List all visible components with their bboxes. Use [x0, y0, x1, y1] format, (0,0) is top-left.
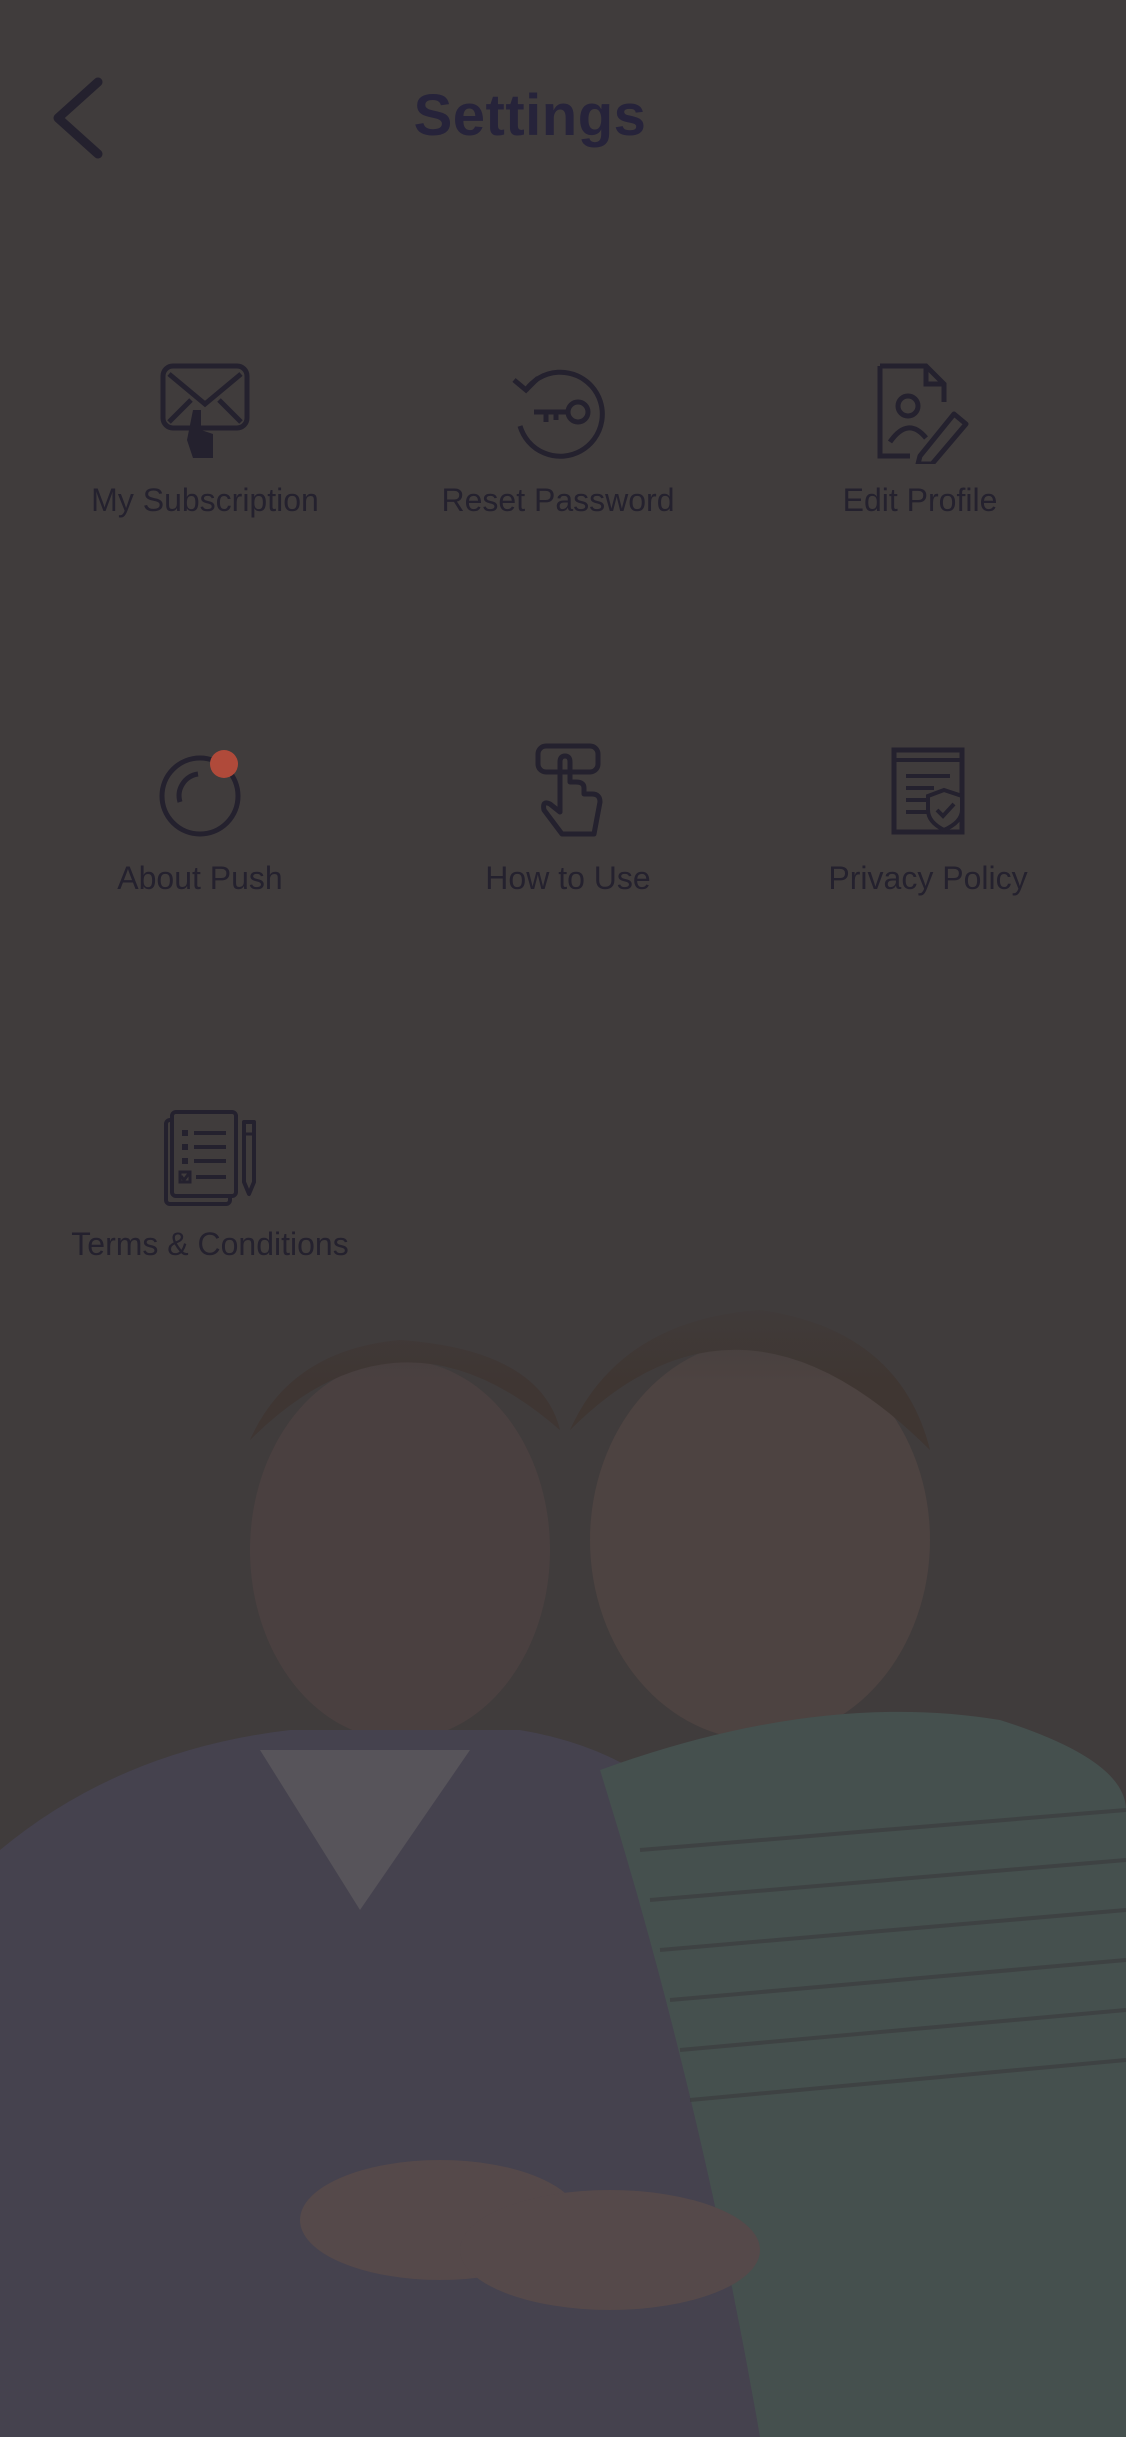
header: Settings [0, 0, 1126, 240]
privacy-shield-document-icon [891, 747, 965, 835]
settings-item-my-subscription[interactable]: My Subscription [70, 360, 340, 519]
terms-checklist-pen-icon [164, 1110, 256, 1206]
about-push-notification-icon [159, 750, 241, 837]
settings-item-about-push[interactable]: About Push [80, 742, 320, 897]
settings-item-terms-conditions[interactable]: Terms & Conditions [60, 1108, 360, 1263]
edit-profile-document-icon [877, 363, 969, 464]
settings-item-label: Edit Profile [842, 482, 998, 518]
settings-screen: Settings My Subscription Reset Password [0, 0, 1126, 2437]
settings-item-privacy-policy[interactable]: Privacy Policy [808, 742, 1048, 897]
tap-gesture-icon [535, 743, 603, 837]
page-title: Settings [413, 83, 647, 148]
reset-password-key-icon [512, 369, 605, 459]
settings-item-how-to-use[interactable]: How to Use [448, 742, 688, 897]
background-photo [0, 1290, 1126, 2437]
settings-item-label: My Subscription [91, 482, 319, 518]
settings-item-edit-profile[interactable]: Edit Profile [800, 360, 1040, 519]
settings-item-label: About Push [117, 860, 283, 896]
settings-item-label: Terms & Conditions [71, 1226, 349, 1262]
settings-item-label: Reset Password [441, 482, 675, 518]
settings-item-reset-password[interactable]: Reset Password [428, 360, 688, 519]
settings-item-label: Privacy Policy [828, 860, 1028, 896]
settings-item-label: How to Use [485, 860, 651, 896]
subscription-envelope-icon [160, 363, 250, 458]
